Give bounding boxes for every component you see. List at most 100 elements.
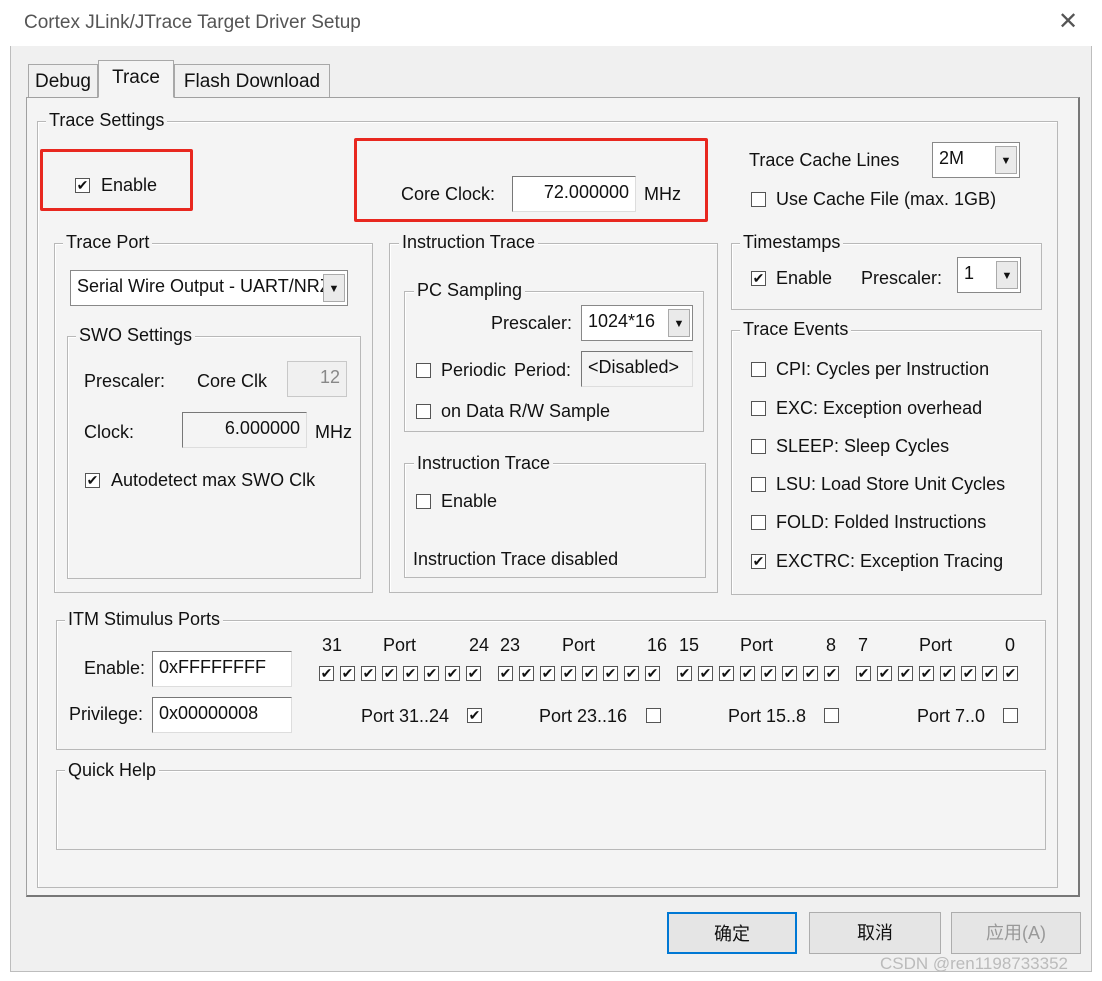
timestamps-prescaler-select[interactable]: 1 ▼ <box>957 257 1021 293</box>
timestamps-enable-checkbox[interactable] <box>751 271 766 286</box>
port-enable-checkbox-4[interactable] <box>919 666 934 681</box>
event-sleep-checkbox[interactable] <box>751 439 766 454</box>
highlight-enable <box>40 149 193 211</box>
port-enable-checkbox-31[interactable] <box>319 666 334 681</box>
port-enable-checkbox-21[interactable] <box>540 666 555 681</box>
period-input[interactable]: <Disabled> <box>581 351 693 387</box>
event-exctrc-checkbox[interactable] <box>751 554 766 569</box>
port-enable-checkbox-19[interactable] <box>582 666 597 681</box>
itm-enable-input[interactable]: 0xFFFFFFFF <box>152 651 292 687</box>
port-enable-checkbox-1[interactable] <box>982 666 997 681</box>
port-enable-checkbox-7[interactable] <box>856 666 871 681</box>
instruction-trace-label: Instruction Trace <box>414 453 554 474</box>
trace-port-select[interactable]: Serial Wire Output - UART/NRZ ▼ <box>70 270 348 306</box>
on-data-rw-checkbox[interactable] <box>416 404 431 419</box>
port-lo-8: 8 <box>826 635 837 655</box>
event-exctrc-label: EXCTRC: Exception Tracing <box>776 551 1004 571</box>
port-enable-checkbox-12[interactable] <box>740 666 755 681</box>
port-enable-checkbox-28[interactable] <box>382 666 397 681</box>
periodic-label: Periodic <box>441 360 507 380</box>
instruction-trace-outer-label: Instruction Trace <box>399 232 539 253</box>
port-enable-checkbox-9[interactable] <box>803 666 818 681</box>
port-enable-checkbox-25[interactable] <box>445 666 460 681</box>
event-fold-checkbox[interactable] <box>751 515 766 530</box>
quick-help-group <box>56 770 1046 850</box>
timestamps-enable-label: Enable <box>776 268 833 288</box>
port-enable-checkbox-14[interactable] <box>698 666 713 681</box>
quick-help-label: Quick Help <box>65 760 160 781</box>
swo-clock-input[interactable]: 6.000000 <box>182 412 307 448</box>
port-enable-checkbox-13[interactable] <box>719 666 734 681</box>
apply-button[interactable]: 应用(A) <box>951 912 1081 954</box>
cancel-button[interactable]: 取消 <box>809 912 941 954</box>
port-word-2: Port <box>562 635 596 655</box>
port-enable-checkbox-29[interactable] <box>361 666 376 681</box>
port-word-4: Port <box>919 635 953 655</box>
event-lsu-label: LSU: Load Store Unit Cycles <box>776 474 1006 494</box>
timestamps-prescaler-label: Prescaler: <box>861 268 943 288</box>
port-enable-checkbox-3[interactable] <box>940 666 955 681</box>
trace-cache-lines-select[interactable]: 2M ▼ <box>932 142 1020 178</box>
pc-prescaler-label: Prescaler: <box>491 313 573 333</box>
port-enable-checkbox-2[interactable] <box>961 666 976 681</box>
pc-prescaler-value: 1024*16 <box>588 311 656 331</box>
priv-checkbox-7-0[interactable] <box>1003 708 1018 723</box>
port-enable-checkbox-22[interactable] <box>519 666 534 681</box>
port-enable-checkbox-18[interactable] <box>603 666 618 681</box>
port-enable-checkbox-24[interactable] <box>466 666 481 681</box>
port-enable-checkbox-11[interactable] <box>761 666 776 681</box>
port-enable-checkbox-8[interactable] <box>824 666 839 681</box>
chevron-down-icon: ▼ <box>323 274 345 302</box>
port-lo-0: 0 <box>1005 635 1016 655</box>
use-cache-file-label: Use Cache File (max. 1GB) <box>776 189 997 209</box>
tab-flash-download[interactable]: Flash Download <box>174 64 330 98</box>
periodic-checkbox[interactable] <box>416 363 431 378</box>
port-enable-checkbox-6[interactable] <box>877 666 892 681</box>
swo-core-clk-label: Core Clk <box>197 371 268 391</box>
chevron-down-icon: ▼ <box>668 309 690 337</box>
event-cpi-label: CPI: Cycles per Instruction <box>776 359 990 379</box>
event-fold-label: FOLD: Folded Instructions <box>776 512 987 532</box>
port-enable-checkbox-30[interactable] <box>340 666 355 681</box>
port-hi-31: 31 <box>322 635 343 655</box>
on-data-rw-label: on Data R/W Sample <box>441 401 611 421</box>
instruction-trace-enable-checkbox[interactable] <box>416 494 431 509</box>
ok-button[interactable]: 确定 <box>667 912 797 954</box>
event-sleep-label: SLEEP: Sleep Cycles <box>776 436 950 456</box>
swo-clock-label: Clock: <box>84 422 135 442</box>
autodetect-swo-checkbox[interactable] <box>85 473 100 488</box>
port-enable-checkbox-27[interactable] <box>403 666 418 681</box>
chevron-down-icon: ▼ <box>996 261 1018 289</box>
priv-checkbox-31-24[interactable] <box>467 708 482 723</box>
port-enable-checkbox-20[interactable] <box>561 666 576 681</box>
port-enable-checkbox-26[interactable] <box>424 666 439 681</box>
priv-checkbox-15-8[interactable] <box>824 708 839 723</box>
port-hi-15: 15 <box>679 635 700 655</box>
pc-sampling-label: PC Sampling <box>414 280 526 301</box>
close-icon[interactable]: ✕ <box>1054 8 1082 36</box>
trace-port-label: Trace Port <box>63 232 153 253</box>
tab-debug[interactable]: Debug <box>28 64 98 98</box>
port-enable-checkbox-17[interactable] <box>624 666 639 681</box>
port-enable-checkbox-15[interactable] <box>677 666 692 681</box>
event-cpi-checkbox[interactable] <box>751 362 766 377</box>
timestamps-prescaler-value: 1 <box>964 263 975 283</box>
port-enable-checkbox-16[interactable] <box>645 666 660 681</box>
port-enable-checkbox-10[interactable] <box>782 666 797 681</box>
trace-port-value: Serial Wire Output - UART/NRZ <box>77 276 331 296</box>
event-lsu-checkbox[interactable] <box>751 477 766 492</box>
port-hi-23: 23 <box>500 635 521 655</box>
tab-trace[interactable]: Trace <box>98 60 174 98</box>
priv-checkbox-23-16[interactable] <box>646 708 661 723</box>
port-enable-checkbox-5[interactable] <box>898 666 913 681</box>
event-exc-checkbox[interactable] <box>751 401 766 416</box>
swo-prescaler-input[interactable]: 12 <box>287 361 347 397</box>
use-cache-file-checkbox[interactable] <box>751 192 766 207</box>
pc-prescaler-select[interactable]: 1024*16 ▼ <box>581 305 693 341</box>
trace-events-label: Trace Events <box>740 319 852 340</box>
port-enable-checkbox-0[interactable] <box>1003 666 1018 681</box>
itm-privilege-input[interactable]: 0x00000008 <box>152 697 292 733</box>
port-enable-checkbox-23[interactable] <box>498 666 513 681</box>
chevron-down-icon: ▼ <box>995 146 1017 174</box>
port-lo-16: 16 <box>647 635 668 655</box>
